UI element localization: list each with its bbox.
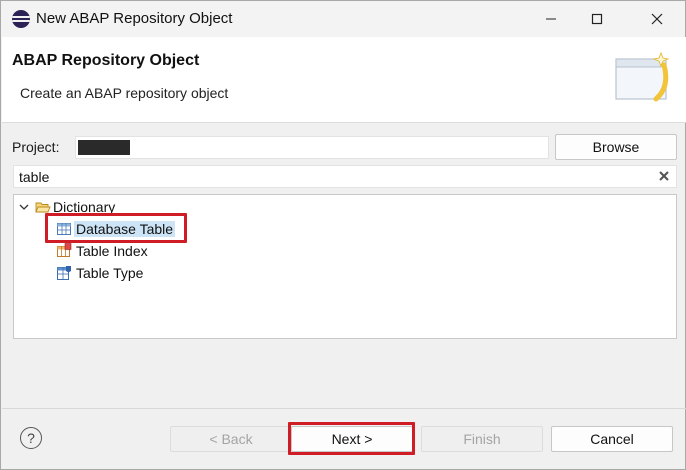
object-type-tree: Dictionary Database Table Table Index Ta…	[13, 194, 677, 339]
back-button[interactable]: < Back	[170, 426, 292, 452]
redacted-project-name	[78, 140, 130, 155]
page-title: ABAP Repository Object	[12, 52, 200, 69]
chevron-down-icon[interactable]	[18, 201, 30, 213]
help-icon[interactable]: ?	[20, 427, 42, 449]
project-label: Project:	[12, 139, 60, 155]
window-title: New ABAP Repository Object	[36, 10, 233, 27]
next-button[interactable]: Next >	[291, 426, 413, 452]
table-index-icon	[56, 243, 72, 259]
tree-item-table-index[interactable]: Table Index	[56, 241, 150, 261]
minimize-icon	[546, 18, 556, 20]
page-description: Create an ABAP repository object	[20, 85, 229, 101]
close-button[interactable]	[634, 1, 680, 37]
cancel-button[interactable]: Cancel	[551, 426, 673, 452]
database-table-icon	[56, 221, 72, 237]
minimize-button[interactable]	[528, 1, 574, 37]
clear-icon[interactable]	[656, 168, 672, 184]
table-type-icon	[56, 265, 72, 281]
maximize-button[interactable]	[574, 1, 620, 37]
tree-item-label: Dictionary	[53, 199, 116, 215]
tree-item-label: Database Table	[74, 221, 176, 237]
tree-item-dictionary[interactable]: Dictionary	[18, 197, 115, 217]
eclipse-app-icon	[12, 10, 30, 28]
tree-item-database-table[interactable]: Database Table	[56, 219, 176, 239]
filter-text: table	[19, 169, 50, 185]
finish-button[interactable]: Finish	[421, 426, 543, 452]
dialog-window: New ABAP Repository Object ABAP Reposito…	[0, 0, 686, 470]
project-field[interactable]	[75, 136, 549, 159]
maximize-icon	[591, 13, 603, 25]
browse-button[interactable]: Browse	[555, 134, 677, 160]
title-bar: New ABAP Repository Object	[1, 1, 685, 37]
close-icon	[651, 13, 663, 25]
filter-input[interactable]: table	[13, 165, 677, 188]
tree-item-label: Table Type	[76, 265, 144, 281]
folder-open-icon	[35, 199, 51, 215]
tree-item-label: Table Index	[76, 243, 148, 259]
help-glyph: ?	[27, 430, 35, 446]
wizard-header: ABAP Repository Object Create an ABAP re…	[2, 37, 686, 123]
wizard-banner-icon	[615, 51, 670, 102]
tree-item-table-type[interactable]: Table Type	[56, 263, 145, 283]
footer-separator	[2, 408, 686, 409]
